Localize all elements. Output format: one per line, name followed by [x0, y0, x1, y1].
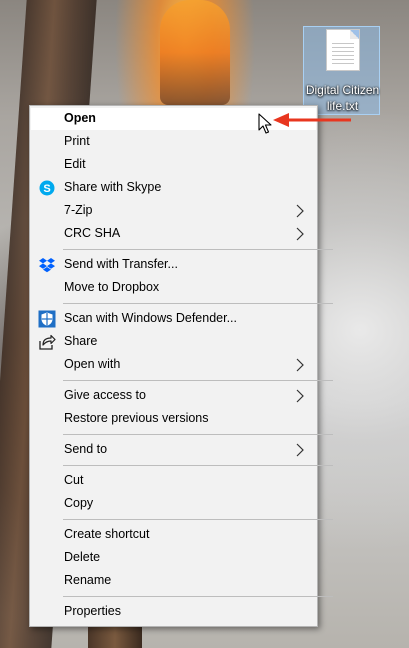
menu-item-open-with[interactable]: Open with [31, 354, 316, 376]
red-pointer-arrow-icon [273, 112, 353, 128]
chevron-right-icon [296, 204, 304, 218]
menu-separator [63, 380, 333, 381]
menu-item-label: Open [64, 111, 96, 125]
menu-item-send-with-transfer[interactable]: Send with Transfer... [31, 254, 316, 276]
menu-item-label: Print [64, 134, 90, 148]
menu-item-label: 7-Zip [64, 203, 93, 217]
menu-item-label: Share with Skype [64, 180, 162, 194]
menu-item-label: CRC SHA [64, 226, 121, 240]
menu-item-label: Properties [64, 604, 121, 618]
menu-item-label: Share [64, 334, 98, 348]
menu-item-7-zip[interactable]: 7-Zip [31, 200, 316, 222]
text-file-icon [327, 30, 359, 70]
chevron-right-icon [296, 358, 304, 372]
menu-item-print[interactable]: Print [31, 131, 316, 153]
menu-item-label: Send to [64, 442, 108, 456]
menu-item-cut[interactable]: Cut [31, 470, 316, 492]
menu-item-share[interactable]: Share [31, 331, 316, 353]
menu-item-label: Cut [64, 473, 84, 487]
menu-item-label: Create shortcut [64, 527, 150, 541]
menu-item-label: Open with [64, 357, 121, 371]
menu-item-delete[interactable]: Delete [31, 547, 316, 569]
menu-item-label: Scan with Windows Defender... [64, 311, 237, 325]
menu-item-create-shortcut[interactable]: Create shortcut [31, 524, 316, 546]
menu-separator [63, 434, 333, 435]
skype-icon: S [38, 179, 56, 197]
menu-item-share-with-skype[interactable]: S Share with Skype [31, 177, 316, 199]
menu-item-restore-previous-versions[interactable]: Restore previous versions [31, 408, 316, 430]
menu-item-rename[interactable]: Rename [31, 570, 316, 592]
dropbox-icon [38, 256, 56, 274]
menu-item-scan-with-windows-defender[interactable]: Scan with Windows Defender... [31, 308, 316, 330]
menu-separator [63, 596, 333, 597]
chevron-right-icon [296, 443, 304, 457]
menu-item-label: Send with Transfer... [64, 257, 178, 271]
menu-item-give-access-to[interactable]: Give access to [31, 385, 316, 407]
chevron-right-icon [296, 227, 304, 241]
menu-item-label: Edit [64, 157, 86, 171]
context-menu: Open Print Edit S Share with Skype 7-Zip… [29, 105, 333, 627]
background-torch [160, 0, 230, 105]
menu-item-copy[interactable]: Copy [31, 493, 316, 515]
menu-separator [63, 249, 333, 250]
menu-item-edit[interactable]: Edit [31, 154, 316, 176]
menu-item-label: Delete [64, 550, 101, 564]
desktop-file-item[interactable]: Digital Citizen life.txt [303, 26, 380, 115]
menu-item-label: Move to Dropbox [64, 280, 160, 294]
menu-item-crc-sha[interactable]: CRC SHA [31, 223, 316, 245]
windows-defender-icon [38, 310, 56, 328]
menu-item-label: Give access to [64, 388, 146, 402]
menu-item-label: Restore previous versions [64, 411, 209, 425]
mouse-cursor-icon [258, 113, 273, 135]
menu-item-label: Rename [64, 573, 112, 587]
menu-separator [63, 519, 333, 520]
menu-separator [63, 465, 333, 466]
menu-item-properties[interactable]: Properties [31, 601, 316, 623]
menu-item-label: Copy [64, 496, 94, 510]
chevron-right-icon [296, 389, 304, 403]
menu-item-move-to-dropbox[interactable]: Move to Dropbox [31, 277, 316, 299]
menu-item-send-to[interactable]: Send to [31, 439, 316, 461]
share-icon [38, 333, 56, 351]
svg-text:S: S [43, 183, 50, 195]
menu-separator [63, 303, 333, 304]
